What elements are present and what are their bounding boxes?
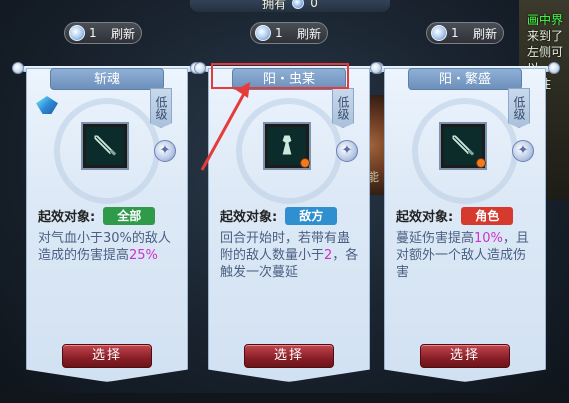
diamond-icon (255, 25, 271, 41)
chat-line: 来到了 (527, 29, 564, 43)
skill-icon-frame (83, 124, 127, 168)
skill-card-3: 阳・繁盛 低级 ✦ 起效对象: 角色 蔓延伤害提高10%，且对额外一个敌人造成伤… (370, 62, 560, 382)
chat-line: 画中界 (527, 13, 564, 27)
swirl-icon[interactable]: ✦ (154, 140, 176, 162)
figure-icon (281, 134, 293, 156)
target-badge: 角色 (461, 206, 514, 225)
select-button[interactable]: 选择 (62, 344, 152, 368)
target-badge: 全部 (103, 206, 156, 225)
level-tag: 低级 (332, 88, 354, 128)
target-row: 起效对象: 全部 (38, 206, 156, 225)
card-title: 阳・繁盛 (408, 68, 522, 90)
swirl-icon[interactable]: ✦ (512, 140, 534, 162)
refresh-button-2[interactable]: 1 刷新 (250, 22, 328, 44)
sword-icon (451, 134, 475, 156)
refresh-cost: 1 (451, 26, 459, 40)
refresh-cost: 1 (275, 26, 283, 40)
level-tag: 低级 (150, 88, 172, 128)
target-label: 起效对象: (396, 210, 454, 225)
diamond-icon (431, 25, 447, 41)
skill-description: 蔓延伤害提高10%，且对额外一个敌人造成伤害 (396, 231, 529, 280)
arrow-icon (200, 82, 250, 171)
level-tag: 低级 (508, 88, 530, 128)
skill-description: 回合开始时，若带有蛊附的敌人数量小于2，各触发一次蔓延 (220, 231, 359, 280)
skill-description: 对气血小于30%的敌人造成的伤害提高25% (38, 231, 171, 263)
target-label: 起效对象: (38, 210, 96, 225)
chat-line: 左侧可 (527, 45, 564, 59)
currency-label: 拥有 (262, 0, 287, 11)
target-label: 起效对象: (220, 210, 278, 225)
sword-icon (93, 134, 117, 156)
diamond-icon (292, 0, 305, 9)
card-title: 斩魂 (50, 68, 164, 90)
target-row: 起效对象: 角色 (396, 206, 514, 225)
status-dot (476, 158, 486, 168)
target-badge: 敌方 (285, 206, 338, 225)
bottom-bar (0, 393, 569, 403)
refresh-button-3[interactable]: 1 刷新 (426, 22, 504, 44)
status-dot (300, 158, 310, 168)
currency-count: 0 (310, 0, 318, 10)
select-button[interactable]: 选择 (420, 344, 510, 368)
select-button[interactable]: 选择 (244, 344, 334, 368)
swirl-icon[interactable]: ✦ (336, 140, 358, 162)
target-row: 起效对象: 敌方 (220, 206, 338, 225)
refresh-label: 刷新 (297, 26, 322, 41)
refresh-label: 刷新 (111, 26, 136, 41)
refresh-cost: 1 (89, 26, 97, 40)
refresh-label: 刷新 (473, 26, 498, 41)
diamond-icon (69, 25, 85, 41)
currency-header: 拥有 0 (190, 0, 390, 12)
refresh-button-1[interactable]: 1 刷新 (64, 22, 142, 44)
